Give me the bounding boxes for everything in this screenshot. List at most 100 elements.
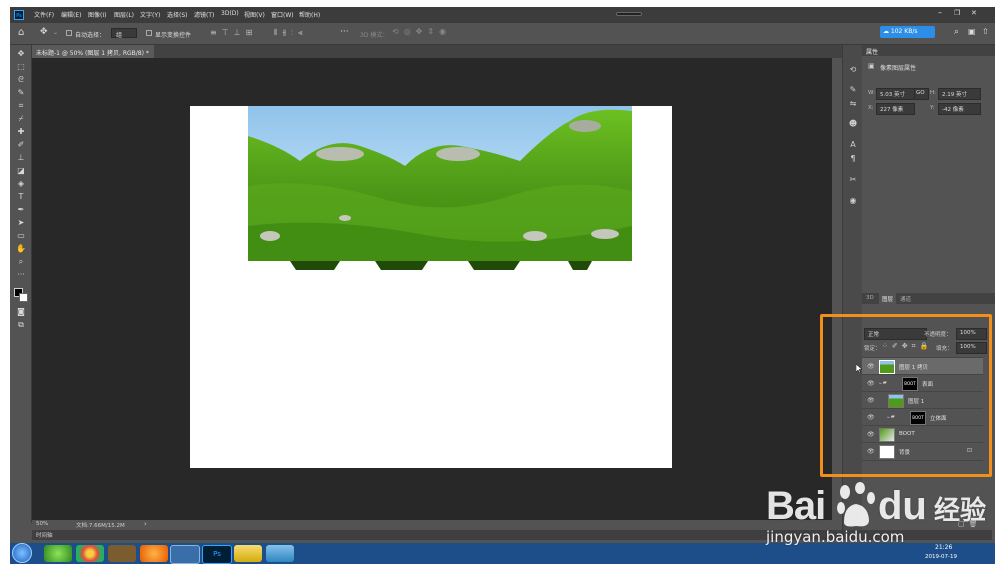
zoom-tool-icon[interactable]: ⌕ — [15, 257, 27, 267]
crop-tool-icon[interactable]: ⌗ — [15, 101, 27, 111]
link-dimensions-button[interactable]: GO — [914, 88, 929, 100]
stamp-tool-icon[interactable]: ⊥ — [15, 153, 27, 163]
menu-bar: Ps 文件(F) 编辑(E) 图像(I) 图层(L) 文字(Y) 选择(S) 滤… — [10, 7, 995, 23]
more-options-icon[interactable]: ··· — [340, 27, 349, 37]
menu-3d[interactable]: 3D(D) — [221, 10, 239, 17]
share-icon[interactable]: ⇧ — [982, 27, 989, 36]
more-tools-icon[interactable]: ··· — [15, 270, 27, 280]
x-label: X: — [868, 105, 874, 111]
layers-highlight-box — [820, 314, 992, 477]
menu-type[interactable]: 文字(Y) — [140, 10, 160, 19]
menu-edit[interactable]: 编辑(E) — [61, 10, 81, 19]
distribute-icons[interactable]: ⫴⫵⫶⫷ — [274, 28, 308, 38]
paragraph-icon[interactable]: ¶ — [847, 154, 859, 164]
close-button[interactable]: ✕ — [971, 9, 977, 17]
properties-tab[interactable]: 属性 — [866, 47, 878, 56]
menu-image[interactable]: 图像(I) — [88, 10, 106, 19]
width-field[interactable]: 5.03 英寸 — [876, 88, 915, 100]
type-tool-icon[interactable]: T — [15, 192, 27, 202]
x-field[interactable]: 227 像素 — [876, 103, 915, 115]
chevron-down-icon[interactable]: ⌄ — [53, 29, 58, 36]
restore-button[interactable]: ❐ — [954, 9, 960, 17]
brush-tool-icon[interactable]: ✐ — [15, 140, 27, 150]
zoom-level[interactable]: 50% — [36, 521, 48, 527]
tab-layers[interactable]: 图层 — [879, 293, 897, 304]
lasso-tool-icon[interactable]: ᘓ — [15, 75, 27, 85]
menu-view[interactable]: 视图(V) — [244, 10, 265, 19]
gradient-tool-icon[interactable]: ◈ — [15, 179, 27, 189]
background-color-swatch[interactable] — [19, 293, 28, 302]
shape-tool-icon[interactable]: ▭ — [15, 231, 27, 241]
document-tab-bar: 未标题-1 @ 50% (图层 1 拷贝, RGB/8) * — [32, 45, 847, 58]
align-icons[interactable]: ≡⊤⊥⊞ — [210, 28, 257, 37]
file-explorer-icon[interactable] — [234, 545, 262, 562]
height-label: H: — [930, 90, 936, 96]
pen-tool-icon[interactable]: ✒ — [15, 205, 27, 215]
adjustments-icon[interactable]: ⇋ — [847, 99, 859, 109]
document-canvas[interactable] — [190, 106, 672, 468]
tools-icon[interactable]: ✂ — [847, 175, 859, 185]
baidu-watermark: Bai du 经验 jingyan.baidu.com — [766, 480, 996, 550]
search-icon[interactable]: ⌕ — [954, 27, 959, 37]
minecraft-icon[interactable] — [108, 545, 136, 562]
hand-tool-icon[interactable]: ✋ — [15, 244, 27, 254]
path-select-tool-icon[interactable]: ➤ — [15, 218, 27, 228]
healing-tool-icon[interactable]: ✚ — [15, 127, 27, 137]
taskbar-date: 2019-07-19 — [925, 554, 957, 560]
auto-select-dropdown[interactable]: 组 — [111, 28, 137, 39]
height-field[interactable]: 2.19 英寸 — [938, 88, 981, 100]
home-icon[interactable]: ⌂ — [18, 27, 24, 38]
show-transform-checkbox[interactable] — [146, 30, 152, 36]
quick-mask-icon[interactable]: ◙ — [15, 307, 27, 317]
menu-filter[interactable]: 滤镜(T) — [194, 10, 214, 19]
ps-logo[interactable]: Ps — [14, 10, 24, 20]
image-viewer-icon[interactable] — [266, 545, 294, 562]
menu-file[interactable]: 文件(F) — [34, 10, 54, 19]
document-size: 文档:7.66M/15.2M — [76, 523, 125, 529]
history-icon[interactable]: ⟲ — [847, 65, 859, 75]
chevron-right-icon[interactable]: › — [144, 520, 147, 528]
menu-help[interactable]: 帮助(H) — [299, 10, 320, 19]
menu-layer[interactable]: 图层(L) — [114, 10, 134, 19]
screen-mode-icon[interactable]: ⧉ — [15, 320, 27, 330]
start-button[interactable] — [12, 543, 32, 563]
move-tool-icon[interactable]: ✥ — [15, 49, 27, 59]
move-tool-icon[interactable]: ✥ — [40, 27, 48, 37]
properties-header: 属性 — [862, 45, 995, 56]
document-tab[interactable]: 未标题-1 @ 50% (图层 1 拷贝, RGB/8) * — [32, 45, 154, 58]
auto-select-checkbox[interactable] — [66, 30, 72, 36]
eyedropper-tool-icon[interactable]: ⌿ — [15, 114, 27, 124]
canvas-area[interactable] — [32, 58, 832, 520]
eraser-tool-icon[interactable]: ◪ — [15, 166, 27, 176]
people-icon[interactable]: ☻ — [847, 119, 859, 129]
tab-channels[interactable]: 通道 — [900, 295, 911, 303]
quick-select-tool-icon[interactable]: ✎ — [15, 88, 27, 98]
tab-3d[interactable]: 3D — [866, 295, 874, 301]
network-speed-value: 102 KB/s — [890, 28, 918, 35]
3d-icon[interactable]: ◉ — [847, 196, 859, 206]
timeline-label: 时间轴 — [36, 533, 53, 539]
marquee-tool-icon[interactable]: ⬚ — [15, 62, 27, 72]
menu-select[interactable]: 选择(S) — [167, 10, 188, 19]
properties-panel: 属性 ▣ 像素图层属性 W: 5.03 英寸 GO H: 2.19 英寸 X: … — [862, 45, 995, 291]
watermark-brand: Bai — [766, 484, 826, 528]
taskbar-app-icon[interactable] — [44, 545, 72, 562]
show-transform-label: 显示变换控件 — [155, 32, 192, 39]
cloud-icon: ☁ — [883, 28, 889, 35]
baidu-netdisk-icon[interactable] — [170, 545, 200, 564]
y-field[interactable]: -42 像素 — [938, 103, 981, 115]
status-bar: 50% 文档:7.66M/15.2M › — [32, 520, 832, 530]
chrome-icon[interactable] — [76, 545, 104, 562]
title-indicator — [616, 12, 642, 16]
menu-window[interactable]: 窗口(W) — [271, 10, 294, 19]
brush-settings-icon[interactable]: ✎ — [847, 85, 859, 95]
3d-mode-icons[interactable]: ⟲◎✥⇕◉ — [392, 27, 451, 36]
character-icon[interactable]: A — [847, 140, 859, 150]
3d-mode-label: 3D 模式： — [360, 32, 389, 39]
workspace-icon[interactable]: ▣ — [968, 27, 976, 36]
photoshop-taskbar-icon[interactable]: Ps — [202, 545, 232, 564]
layers-tab-bar: 3D 图层 通道 — [862, 293, 995, 304]
minimize-button[interactable]: – — [938, 8, 942, 17]
width-label: W: — [868, 90, 875, 96]
firefox-icon[interactable] — [140, 545, 168, 562]
